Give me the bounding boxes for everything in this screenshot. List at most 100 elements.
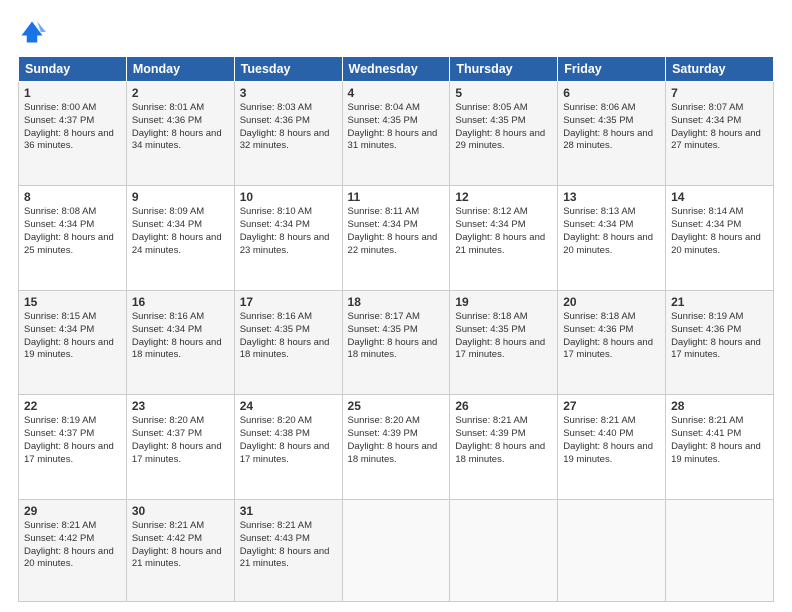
daylight-label: Daylight: 8 hours and 18 minutes. bbox=[240, 337, 330, 361]
cell-info: Sunrise: 8:21 AM Sunset: 4:42 PM Dayligh… bbox=[24, 520, 121, 571]
daylight-label: Daylight: 8 hours and 20 minutes. bbox=[671, 232, 761, 256]
calendar-week-row: 29 Sunrise: 8:21 AM Sunset: 4:42 PM Dayl… bbox=[19, 499, 774, 601]
sunset-label: Sunset: 4:43 PM bbox=[240, 533, 310, 544]
daylight-label: Daylight: 8 hours and 18 minutes. bbox=[348, 441, 438, 465]
day-number: 20 bbox=[563, 295, 660, 309]
weekday-header-friday: Friday bbox=[558, 57, 666, 82]
sunrise-label: Sunrise: 8:17 AM bbox=[348, 311, 420, 322]
sunset-label: Sunset: 4:34 PM bbox=[671, 115, 741, 126]
daylight-label: Daylight: 8 hours and 17 minutes. bbox=[24, 441, 114, 465]
sunrise-label: Sunrise: 8:07 AM bbox=[671, 102, 743, 113]
calendar-cell: 16 Sunrise: 8:16 AM Sunset: 4:34 PM Dayl… bbox=[126, 290, 234, 394]
sunset-label: Sunset: 4:37 PM bbox=[132, 428, 202, 439]
header bbox=[18, 18, 774, 46]
day-number: 7 bbox=[671, 86, 768, 100]
calendar-cell: 21 Sunrise: 8:19 AM Sunset: 4:36 PM Dayl… bbox=[666, 290, 774, 394]
calendar-cell: 2 Sunrise: 8:01 AM Sunset: 4:36 PM Dayli… bbox=[126, 82, 234, 186]
day-number: 15 bbox=[24, 295, 121, 309]
day-number: 24 bbox=[240, 399, 337, 413]
daylight-label: Daylight: 8 hours and 29 minutes. bbox=[455, 128, 545, 152]
logo bbox=[18, 18, 50, 46]
sunset-label: Sunset: 4:37 PM bbox=[24, 115, 94, 126]
day-number: 22 bbox=[24, 399, 121, 413]
calendar-cell: 7 Sunrise: 8:07 AM Sunset: 4:34 PM Dayli… bbox=[666, 82, 774, 186]
sunset-label: Sunset: 4:36 PM bbox=[563, 324, 633, 335]
weekday-header-tuesday: Tuesday bbox=[234, 57, 342, 82]
cell-info: Sunrise: 8:09 AM Sunset: 4:34 PM Dayligh… bbox=[132, 206, 229, 257]
sunset-label: Sunset: 4:34 PM bbox=[671, 219, 741, 230]
calendar-cell: 15 Sunrise: 8:15 AM Sunset: 4:34 PM Dayl… bbox=[19, 290, 127, 394]
day-number: 11 bbox=[348, 190, 445, 204]
day-number: 12 bbox=[455, 190, 552, 204]
day-number: 17 bbox=[240, 295, 337, 309]
sunrise-label: Sunrise: 8:12 AM bbox=[455, 206, 527, 217]
sunset-label: Sunset: 4:35 PM bbox=[563, 115, 633, 126]
daylight-label: Daylight: 8 hours and 22 minutes. bbox=[348, 232, 438, 256]
cell-info: Sunrise: 8:21 AM Sunset: 4:42 PM Dayligh… bbox=[132, 520, 229, 571]
daylight-label: Daylight: 8 hours and 17 minutes. bbox=[132, 441, 222, 465]
cell-info: Sunrise: 8:07 AM Sunset: 4:34 PM Dayligh… bbox=[671, 102, 768, 153]
calendar-cell: 26 Sunrise: 8:21 AM Sunset: 4:39 PM Dayl… bbox=[450, 395, 558, 499]
day-number: 30 bbox=[132, 504, 229, 518]
daylight-label: Daylight: 8 hours and 19 minutes. bbox=[671, 441, 761, 465]
calendar-cell bbox=[450, 499, 558, 601]
day-number: 9 bbox=[132, 190, 229, 204]
sunrise-label: Sunrise: 8:21 AM bbox=[24, 520, 96, 531]
calendar-cell: 13 Sunrise: 8:13 AM Sunset: 4:34 PM Dayl… bbox=[558, 186, 666, 290]
sunrise-label: Sunrise: 8:18 AM bbox=[455, 311, 527, 322]
calendar-cell: 20 Sunrise: 8:18 AM Sunset: 4:36 PM Dayl… bbox=[558, 290, 666, 394]
cell-info: Sunrise: 8:14 AM Sunset: 4:34 PM Dayligh… bbox=[671, 206, 768, 257]
calendar-cell: 27 Sunrise: 8:21 AM Sunset: 4:40 PM Dayl… bbox=[558, 395, 666, 499]
day-number: 8 bbox=[24, 190, 121, 204]
calendar-cell: 28 Sunrise: 8:21 AM Sunset: 4:41 PM Dayl… bbox=[666, 395, 774, 499]
sunrise-label: Sunrise: 8:04 AM bbox=[348, 102, 420, 113]
calendar-cell: 24 Sunrise: 8:20 AM Sunset: 4:38 PM Dayl… bbox=[234, 395, 342, 499]
sunrise-label: Sunrise: 8:15 AM bbox=[24, 311, 96, 322]
cell-info: Sunrise: 8:20 AM Sunset: 4:39 PM Dayligh… bbox=[348, 415, 445, 466]
sunset-label: Sunset: 4:41 PM bbox=[671, 428, 741, 439]
sunrise-label: Sunrise: 8:20 AM bbox=[348, 415, 420, 426]
calendar-cell: 17 Sunrise: 8:16 AM Sunset: 4:35 PM Dayl… bbox=[234, 290, 342, 394]
sunset-label: Sunset: 4:36 PM bbox=[240, 115, 310, 126]
calendar-cell: 29 Sunrise: 8:21 AM Sunset: 4:42 PM Dayl… bbox=[19, 499, 127, 601]
day-number: 19 bbox=[455, 295, 552, 309]
sunrise-label: Sunrise: 8:08 AM bbox=[24, 206, 96, 217]
sunset-label: Sunset: 4:36 PM bbox=[132, 115, 202, 126]
daylight-label: Daylight: 8 hours and 32 minutes. bbox=[240, 128, 330, 152]
sunset-label: Sunset: 4:34 PM bbox=[455, 219, 525, 230]
sunrise-label: Sunrise: 8:21 AM bbox=[671, 415, 743, 426]
calendar-cell: 18 Sunrise: 8:17 AM Sunset: 4:35 PM Dayl… bbox=[342, 290, 450, 394]
daylight-label: Daylight: 8 hours and 20 minutes. bbox=[563, 232, 653, 256]
sunrise-label: Sunrise: 8:10 AM bbox=[240, 206, 312, 217]
sunset-label: Sunset: 4:35 PM bbox=[348, 324, 418, 335]
sunset-label: Sunset: 4:37 PM bbox=[24, 428, 94, 439]
day-number: 21 bbox=[671, 295, 768, 309]
calendar-week-row: 15 Sunrise: 8:15 AM Sunset: 4:34 PM Dayl… bbox=[19, 290, 774, 394]
sunrise-label: Sunrise: 8:21 AM bbox=[132, 520, 204, 531]
daylight-label: Daylight: 8 hours and 18 minutes. bbox=[348, 337, 438, 361]
calendar-cell: 11 Sunrise: 8:11 AM Sunset: 4:34 PM Dayl… bbox=[342, 186, 450, 290]
calendar-week-row: 8 Sunrise: 8:08 AM Sunset: 4:34 PM Dayli… bbox=[19, 186, 774, 290]
cell-info: Sunrise: 8:21 AM Sunset: 4:41 PM Dayligh… bbox=[671, 415, 768, 466]
sunrise-label: Sunrise: 8:11 AM bbox=[348, 206, 420, 217]
sunrise-label: Sunrise: 8:01 AM bbox=[132, 102, 204, 113]
sunrise-label: Sunrise: 8:21 AM bbox=[455, 415, 527, 426]
daylight-label: Daylight: 8 hours and 34 minutes. bbox=[132, 128, 222, 152]
calendar-week-row: 22 Sunrise: 8:19 AM Sunset: 4:37 PM Dayl… bbox=[19, 395, 774, 499]
sunrise-label: Sunrise: 8:21 AM bbox=[240, 520, 312, 531]
daylight-label: Daylight: 8 hours and 25 minutes. bbox=[24, 232, 114, 256]
daylight-label: Daylight: 8 hours and 17 minutes. bbox=[671, 337, 761, 361]
weekday-header-wednesday: Wednesday bbox=[342, 57, 450, 82]
sunset-label: Sunset: 4:34 PM bbox=[348, 219, 418, 230]
sunrise-label: Sunrise: 8:03 AM bbox=[240, 102, 312, 113]
daylight-label: Daylight: 8 hours and 20 minutes. bbox=[24, 546, 114, 570]
cell-info: Sunrise: 8:13 AM Sunset: 4:34 PM Dayligh… bbox=[563, 206, 660, 257]
calendar-cell: 8 Sunrise: 8:08 AM Sunset: 4:34 PM Dayli… bbox=[19, 186, 127, 290]
calendar-cell: 14 Sunrise: 8:14 AM Sunset: 4:34 PM Dayl… bbox=[666, 186, 774, 290]
daylight-label: Daylight: 8 hours and 17 minutes. bbox=[455, 337, 545, 361]
sunset-label: Sunset: 4:40 PM bbox=[563, 428, 633, 439]
day-number: 27 bbox=[563, 399, 660, 413]
calendar-cell bbox=[666, 499, 774, 601]
cell-info: Sunrise: 8:05 AM Sunset: 4:35 PM Dayligh… bbox=[455, 102, 552, 153]
calendar-cell: 9 Sunrise: 8:09 AM Sunset: 4:34 PM Dayli… bbox=[126, 186, 234, 290]
